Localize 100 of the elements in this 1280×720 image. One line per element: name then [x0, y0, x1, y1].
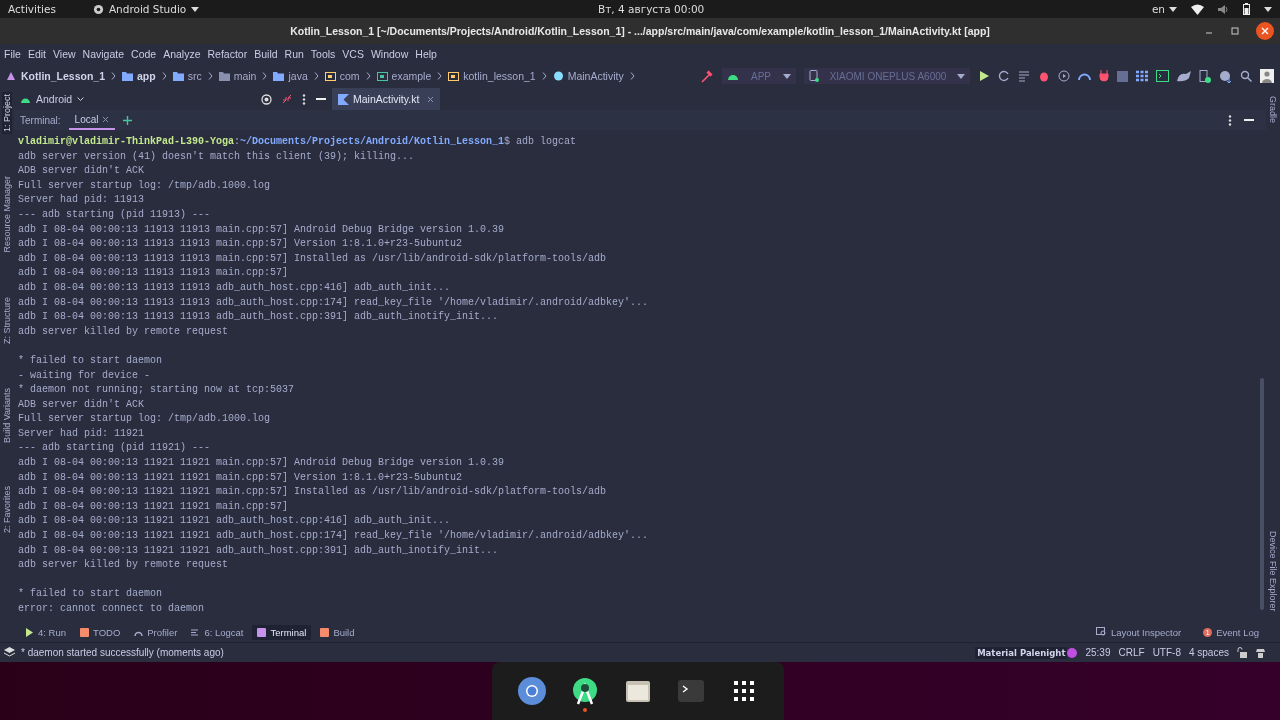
chevron-icon [111, 72, 117, 80]
menu-item[interactable]: Window [370, 48, 409, 60]
add-icon[interactable] [123, 115, 133, 125]
scrollbar-thumb[interactable] [1260, 378, 1264, 610]
terminal-output-line: --- adb starting (pid 11921) --- [18, 441, 211, 456]
terminal-output-line: ADB server didn't ACK [18, 397, 145, 412]
breadcrumb-item[interactable]: example [376, 70, 432, 82]
terminal-output-line: Full server startup log: /tmp/adb.1000.log [18, 178, 271, 193]
status-item[interactable]: 4 spaces [1188, 647, 1229, 658]
maximize-icon[interactable] [1230, 26, 1240, 36]
speaker-icon[interactable] [1218, 3, 1229, 15]
tool-tab[interactable]: 4: Run [20, 624, 71, 640]
kotlin-file-icon [338, 93, 349, 105]
menu-item[interactable]: Code [131, 48, 157, 60]
breadcrumb-item[interactable]: MainActivity [552, 70, 624, 82]
menu-item[interactable]: Tools [310, 48, 336, 60]
tool-window-tab[interactable]: 1: Project [2, 92, 12, 135]
chevron-icon [262, 72, 268, 80]
folder-icon [122, 71, 134, 81]
menu-item[interactable]: Edit [27, 48, 46, 60]
tool-tab[interactable]: Terminal [252, 624, 312, 640]
terminal-output-line: * failed to start daemon [18, 587, 163, 602]
apply-changes-icon[interactable] [998, 70, 1010, 82]
status-item[interactable]: UTF-8 [1152, 647, 1181, 658]
breadcrumb-item[interactable]: com [324, 70, 360, 82]
app-menu[interactable]: Android Studio [92, 3, 200, 15]
menu-item[interactable]: View [53, 48, 76, 60]
device-manager-icon[interactable] [1199, 69, 1211, 83]
plug-icon[interactable] [1099, 70, 1109, 82]
menu-item[interactable]: Navigate [82, 48, 125, 60]
tool-window-tab[interactable]: Z: Structure [2, 294, 12, 346]
project-icon [6, 71, 17, 81]
terminal-output-line: Server had pid: 11913 [18, 193, 145, 208]
hammer-icon[interactable] [700, 69, 714, 83]
breadcrumb-item[interactable]: Kotlin_Lesson_1 [6, 70, 106, 82]
hide-icon[interactable] [316, 97, 326, 101]
tool-window-tab[interactable]: 2: Favorites [2, 484, 12, 536]
tool-tab[interactable]: Build [315, 624, 360, 640]
tool-tab[interactable]: 6: Logcat [186, 624, 249, 640]
battery-icon[interactable] [1243, 3, 1250, 15]
tool-window-tab[interactable]: Build Variants [2, 385, 12, 445]
menu-item[interactable]: File [4, 48, 21, 60]
tool-tab[interactable]: TODO [75, 624, 126, 640]
menu-item[interactable]: Run [284, 48, 304, 60]
menu-item[interactable]: Help [415, 48, 437, 60]
status-item[interactable]: 25:39 [1085, 647, 1111, 658]
run-icon[interactable] [978, 70, 990, 82]
breadcrumb-item[interactable]: app [122, 70, 156, 82]
terminal-output-line: adb I 08-04 00:00:13 11921 11921 adb_auth_host.cpp:416] adb_auth_init... [18, 514, 451, 529]
status-message: * daemon started successfully (moments ago) [21, 647, 224, 658]
hide-icon[interactable] [1244, 118, 1254, 122]
lock-icon[interactable] [1237, 647, 1247, 658]
folder-icon [448, 71, 460, 81]
terminal-output-line: Full server startup log: /tmp/adb.1000.log [18, 412, 271, 427]
caret-icon [1169, 6, 1177, 12]
tool-window-tab[interactable]: Device File Explorer [1268, 529, 1278, 614]
terminal-output-line: ADB server didn't ACK [18, 164, 145, 179]
terminal-output-line: adb server killed by remote request [18, 558, 229, 573]
terminal-output-line: adb I 08-04 00:00:13 11913 11913 main.cpp:57] Version 1:8.1.0+r23-5ubuntu2 [18, 237, 463, 252]
caret-icon[interactable] [1264, 6, 1272, 12]
target-icon[interactable] [261, 93, 272, 105]
debug-icon[interactable] [1038, 70, 1050, 82]
menu-item[interactable]: Analyze [163, 48, 201, 60]
collapse-icon[interactable] [282, 94, 292, 104]
terminal-output-line: adb I 08-04 00:00:13 11921 11921 main.cpp:57] [18, 499, 289, 514]
more-icon[interactable] [302, 93, 306, 105]
caret-icon [783, 73, 791, 79]
status-item[interactable]: CRLF [1118, 647, 1145, 658]
editor-tab[interactable]: MainActivity.kt [332, 88, 441, 110]
clock[interactable]: Вт, 4 августа 00:00 [598, 3, 705, 15]
layers-icon[interactable] [4, 647, 15, 658]
profile-icon[interactable] [1058, 70, 1070, 82]
tool-tab[interactable]: Layout Inspector [1090, 624, 1187, 640]
breadcrumb-item[interactable]: java [273, 70, 308, 82]
project-view-dropdown[interactable]: Android [20, 93, 85, 105]
menu-item[interactable]: Refactor [207, 48, 248, 60]
breadcrumb-item[interactable]: src [172, 70, 202, 82]
breadcrumb-item[interactable]: kotlin_lesson_1 [448, 70, 536, 82]
grid-icon[interactable] [1136, 70, 1148, 82]
wifi-icon[interactable] [1191, 3, 1204, 15]
caret-icon [957, 73, 965, 79]
theme-indicator[interactable]: Material Palenight [975, 646, 1068, 659]
terminal-output-line: adb I 08-04 00:00:13 11921 11921 adb_auth_host.cpp:174] read_key_file '/home/vladimir/.android/adbkey'... [18, 529, 649, 544]
search-icon[interactable] [1240, 70, 1252, 82]
tool-tab[interactable]: Profiler [129, 624, 183, 640]
user-icon[interactable] [1260, 69, 1274, 83]
menu-item[interactable]: Build [254, 48, 278, 60]
stop-icon[interactable] [1117, 70, 1128, 82]
close-icon[interactable] [1256, 22, 1274, 40]
list-icon[interactable] [1018, 70, 1030, 82]
more-icon[interactable] [1228, 114, 1232, 126]
breadcrumb-item[interactable]: main [218, 70, 257, 82]
phone-icon [809, 70, 819, 82]
language-menu[interactable]: en [1151, 3, 1177, 15]
activities-button[interactable]: Activities [8, 3, 56, 15]
tool-window-tab[interactable]: Resource Manager [2, 174, 12, 255]
tool-window-tab[interactable]: Gradle [1268, 94, 1278, 125]
menu-item[interactable]: VCS [342, 48, 364, 60]
terminal-icon[interactable] [1156, 70, 1169, 82]
play-icon [25, 627, 34, 637]
